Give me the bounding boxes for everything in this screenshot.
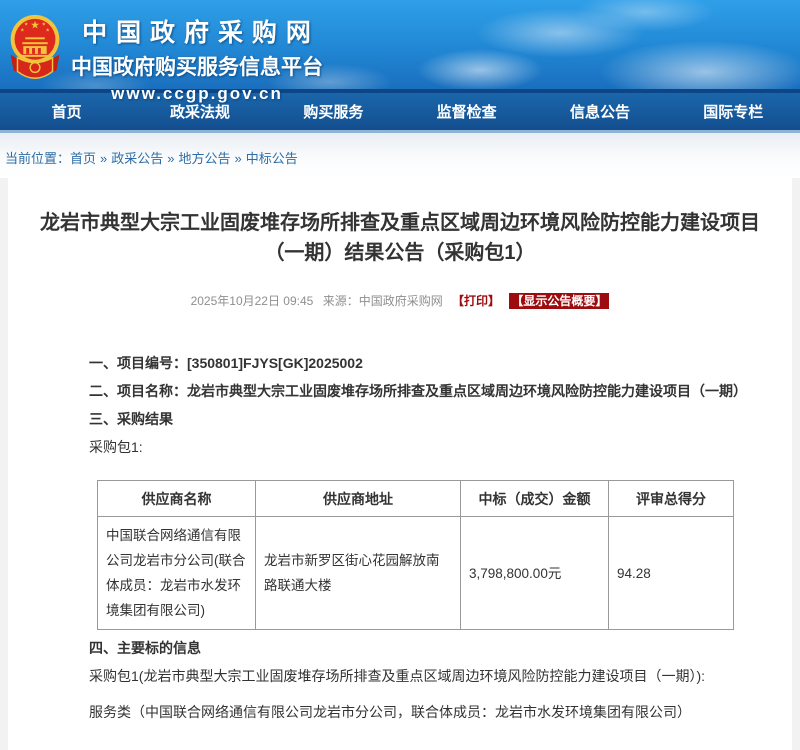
nav-item-announcements[interactable]: 信息公告 bbox=[533, 93, 666, 130]
col-header-amount: 中标（成交）金额 bbox=[461, 481, 609, 517]
breadcrumb-home[interactable]: 首页 bbox=[70, 151, 96, 166]
breadcrumb-separator: » bbox=[167, 151, 174, 166]
page-title-line2: （一期）结果公告（采购包1） bbox=[8, 238, 792, 268]
col-header-score: 评审总得分 bbox=[609, 481, 734, 517]
site-subtitle: 中国政府购买服务信息平台 bbox=[66, 51, 328, 81]
section-project-number: 一、项目编号：[350801]FJYS[GK]2025002 bbox=[89, 355, 742, 371]
col-header-supplier-name: 供应商名称 bbox=[98, 481, 256, 517]
page-title-line1: 龙岩市典型大宗工业固废堆存场所排查及重点区域周边环境风险防控能力建设项目 bbox=[8, 208, 792, 238]
package-label: 采购包1: bbox=[89, 439, 742, 455]
article-source: 来源：中国政府采购网 bbox=[323, 294, 443, 308]
svg-text:★: ★ bbox=[24, 22, 29, 28]
section-project-name: 二、项目名称：龙岩市典型大宗工业固废堆存场所排查及重点区域周边环境风险防控能力建… bbox=[89, 383, 742, 399]
nav-item-supervision[interactable]: 监督检查 bbox=[400, 93, 533, 130]
breadcrumb-local-announcements[interactable]: 地方公告 bbox=[179, 151, 231, 166]
site-title: 中 国 政 府 采 购 网 bbox=[66, 13, 328, 49]
svg-text:★: ★ bbox=[45, 27, 50, 33]
col-header-supplier-address: 供应商地址 bbox=[256, 481, 461, 517]
site-brand[interactable]: 中 国 政 府 采 购 网 中国政府购买服务信息平台 www.ccgp.gov.… bbox=[66, 13, 328, 104]
breadcrumb: 当前位置：首页 » 政采公告 » 地方公告 » 中标公告 bbox=[0, 130, 800, 178]
svg-text:★: ★ bbox=[42, 22, 47, 28]
breadcrumb-label: 当前位置： bbox=[5, 151, 70, 166]
national-emblem-icon: ★ ★ ★ ★ ★ bbox=[8, 12, 62, 88]
section-main-subject-info: 四、主要标的信息 bbox=[89, 640, 742, 656]
nav-item-international[interactable]: 国际专栏 bbox=[667, 93, 800, 130]
national-emblem-logo[interactable]: ★ ★ ★ ★ ★ bbox=[8, 12, 62, 88]
service-category-detail: 服务类（中国联合网络通信有限公司龙岩市分公司，联合体成员：龙岩市水发环境集团有限… bbox=[89, 704, 742, 720]
article-body: 一、项目编号：[350801]FJYS[GK]2025002 二、项目名称：龙岩… bbox=[89, 355, 742, 720]
result-table: 供应商名称 供应商地址 中标（成交）金额 评审总得分 中国联合网络通信有限公司龙… bbox=[97, 480, 734, 630]
article-meta: 2025年10月22日 09:45 来源：中国政府采购网 【打印】 【显示公告概… bbox=[8, 292, 792, 309]
cell-supplier-address: 龙岩市新罗区街心花园解放南路联通大楼 bbox=[256, 517, 461, 630]
svg-text:★: ★ bbox=[30, 20, 40, 32]
cell-amount: 3,798,800.00元 bbox=[461, 517, 609, 630]
article-panel: 龙岩市典型大宗工业固废堆存场所排查及重点区域周边环境风险防控能力建设项目 （一期… bbox=[8, 178, 792, 750]
cell-supplier-name: 中国联合网络通信有限公司龙岩市分公司(联合体成员：龙岩市水发环境集团有限公司) bbox=[98, 517, 256, 630]
site-header: ★ ★ ★ ★ ★ 中 国 政 府 采 购 网 中国政府购买服务信息平台 bbox=[0, 0, 800, 89]
page-title: 龙岩市典型大宗工业固废堆存场所排查及重点区域周边环境风险防控能力建设项目 （一期… bbox=[8, 178, 792, 268]
print-button[interactable]: 【打印】 bbox=[452, 294, 500, 308]
breadcrumb-separator: » bbox=[100, 151, 107, 166]
section-procurement-result: 三、采购结果 bbox=[89, 411, 742, 427]
publish-datetime: 2025年10月22日 09:45 bbox=[191, 294, 314, 308]
breadcrumb-award-announcements[interactable]: 中标公告 bbox=[246, 151, 298, 166]
breadcrumb-procurement-announcements[interactable]: 政采公告 bbox=[111, 151, 163, 166]
breadcrumb-separator: » bbox=[235, 151, 242, 166]
site-url: www.ccgp.gov.cn bbox=[66, 84, 328, 104]
svg-text:★: ★ bbox=[20, 27, 25, 33]
table-header-row: 供应商名称 供应商地址 中标（成交）金额 评审总得分 bbox=[98, 481, 734, 517]
cell-score: 94.28 bbox=[609, 517, 734, 630]
package-detail: 采购包1(龙岩市典型大宗工业固废堆存场所排查及重点区域周边环境风险防控能力建设项… bbox=[89, 668, 742, 684]
show-summary-button[interactable]: 【显示公告概要】 bbox=[509, 293, 609, 309]
table-row: 中国联合网络通信有限公司龙岩市分公司(联合体成员：龙岩市水发环境集团有限公司) … bbox=[98, 517, 734, 630]
